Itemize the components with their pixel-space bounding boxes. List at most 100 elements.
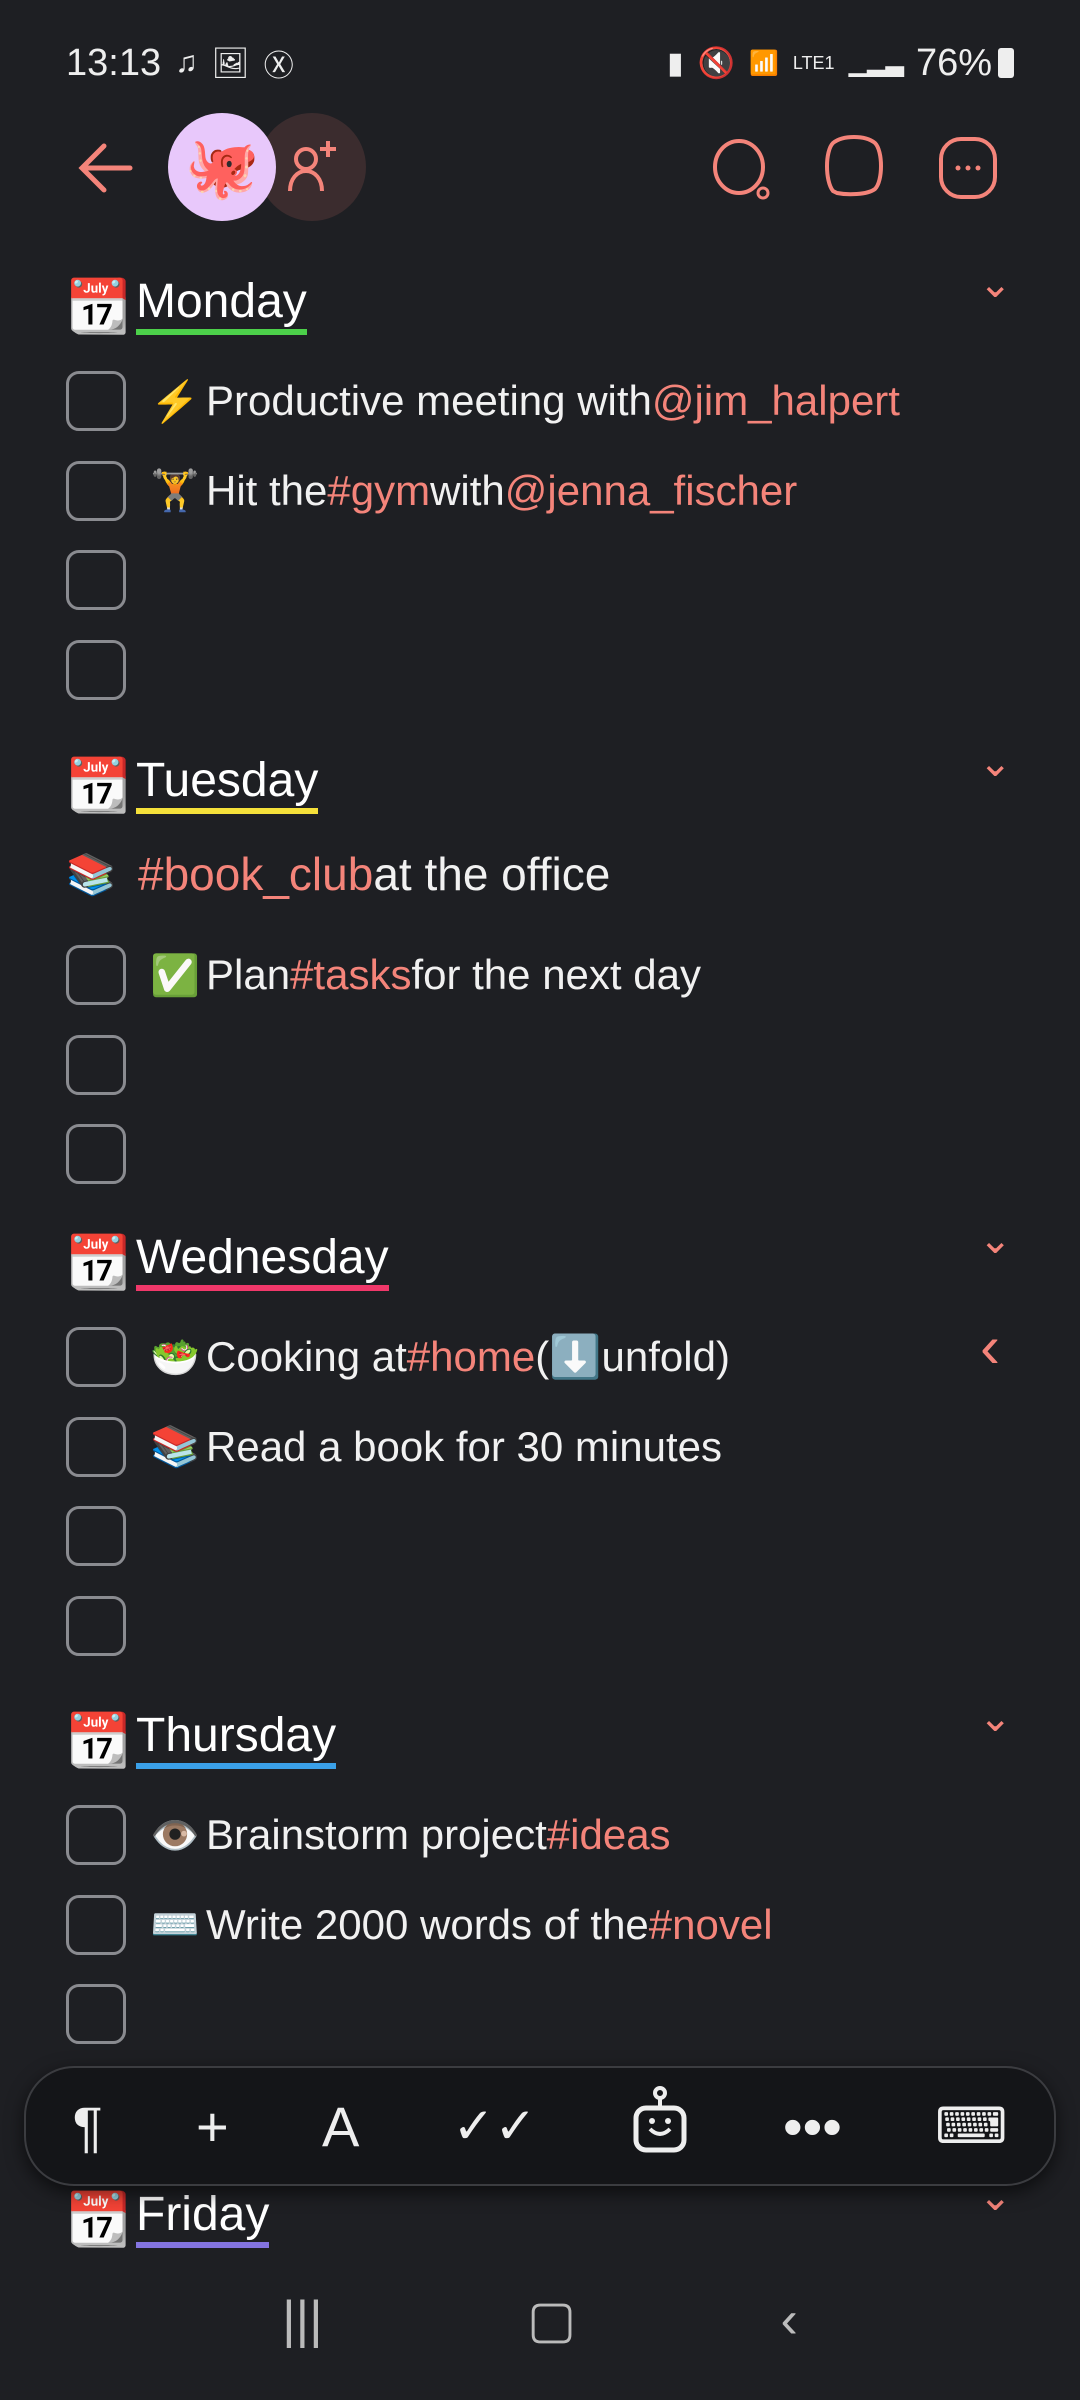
day-heading-wednesday: 📆 Wednesday ⌄: [66, 1218, 1040, 1297]
hide-keyboard-icon[interactable]: ⌨: [935, 2097, 1007, 2155]
tag-link[interactable]: #book_club: [138, 847, 373, 901]
task-item: ⌨️ Write 2000 words of the #novel: [66, 1894, 1040, 1956]
tag-link[interactable]: #novel: [649, 1901, 773, 1949]
recent-apps-button[interactable]: |||: [282, 2290, 323, 2350]
more-dots-icon[interactable]: •••: [783, 2094, 842, 2159]
editor-toolbar: ¶ + A ✓✓ ••• ⌨: [24, 2066, 1056, 2186]
day-heading-monday: 📆 Monday ⌄: [66, 262, 1040, 341]
checkbox[interactable]: [66, 1416, 126, 1477]
wifi-icon: 📶: [748, 49, 779, 77]
checkbox[interactable]: [66, 550, 126, 610]
nav-back-button[interactable]: ‹: [780, 2290, 797, 2350]
task-item: [66, 1034, 1040, 1096]
checkbox[interactable]: [66, 1805, 126, 1865]
item-text: for the next day: [411, 951, 701, 998]
tag-link[interactable]: @jim_halpert: [652, 377, 900, 425]
chevron-down-icon[interactable]: ⌄: [978, 1695, 1012, 1741]
item-text: Cooking at: [206, 1333, 407, 1380]
gallery-icon: 🖼: [211, 46, 250, 80]
calendar-icon: 📆: [66, 277, 131, 336]
day-heading-tuesday: 📆 Tuesday ⌄: [66, 741, 1040, 820]
tag-link[interactable]: #ideas: [547, 1811, 671, 1859]
comment-button[interactable]: [814, 128, 894, 208]
clock: 13:13: [66, 41, 162, 84]
battery-percent: 76%: [915, 41, 992, 84]
checkbox[interactable]: [66, 1327, 126, 1387]
paragraph-icon[interactable]: ¶: [73, 2094, 103, 2159]
octopus-avatar[interactable]: 🐙: [168, 113, 276, 221]
item-text: unfold): [601, 1333, 730, 1380]
task-emoji: ⚡: [150, 379, 200, 424]
tag-link[interactable]: @jenna_fischer: [505, 467, 797, 515]
plus-icon[interactable]: +: [196, 2094, 229, 2159]
back-arrow-icon[interactable]: [66, 128, 146, 208]
chevron-down-icon[interactable]: ⌄: [978, 1217, 1012, 1263]
checkbox[interactable]: [66, 945, 126, 1005]
chevron-down-icon[interactable]: ⌄: [978, 740, 1012, 786]
item-text: (: [535, 1333, 550, 1380]
item-text: Hit the: [206, 466, 328, 514]
task-item: 📚 Read a book for 30 minutes: [66, 1416, 1040, 1478]
note-line: 📚 #book_club at the office: [66, 843, 1040, 905]
calendar-icon: 📆: [66, 1711, 131, 1770]
task-emoji: ✅: [150, 953, 200, 998]
battery-icon: [998, 48, 1014, 78]
battery-saver-icon: ▮: [667, 46, 684, 80]
music-lock-icon: ♫: [175, 46, 198, 79]
x-icon: Ⓧ: [263, 50, 294, 83]
checkbox[interactable]: [66, 1124, 126, 1184]
task-emoji: 👁️: [150, 1813, 200, 1858]
comment-icon: [825, 135, 883, 197]
day-heading-friday: 📆 Friday ⌄: [66, 2175, 1040, 2254]
signal-icon: ▁▂▃: [848, 49, 904, 77]
status-bar: 13:13 ♫ 🖼 Ⓧ ▮ 🔇 📶 LTE1 ▁▂▃ 76%: [66, 38, 1014, 88]
checkbox[interactable]: [66, 1506, 126, 1566]
calendar-icon: 📆: [66, 1233, 131, 1292]
task-item: [66, 1123, 1040, 1185]
chevron-down-icon[interactable]: ⌄: [978, 261, 1012, 307]
volte-icon: LTE1: [792, 52, 835, 73]
task-item: 🥗 Cooking at #home (⬇️ unfold) ‹: [66, 1313, 1040, 1388]
task-emoji: 🥗: [150, 1335, 200, 1380]
text-format-icon[interactable]: A: [322, 2094, 359, 2159]
home-button[interactable]: ▢: [527, 2290, 576, 2350]
task-item: ⚡ Productive meeting with @jim_halpert: [66, 370, 1040, 432]
checkbox[interactable]: [66, 1984, 126, 2044]
tag-link[interactable]: #tasks: [290, 951, 411, 999]
system-nav-bar: ||| ▢ ‹: [0, 2290, 1080, 2350]
task-item: [66, 639, 1040, 701]
item-text: Write 2000 words of the: [206, 1900, 649, 1948]
day-name: Monday: [136, 276, 307, 336]
task-item: ✅ Plan #tasks for the next day: [66, 944, 1040, 1006]
mute-icon: 🔇: [697, 46, 735, 80]
task-item: 🏋️ Hit the #gym with @jenna_fischer: [66, 460, 1040, 522]
more-button[interactable]: [928, 128, 1008, 208]
more-icon: [939, 137, 997, 199]
checkbox[interactable]: [66, 1894, 126, 1955]
day-name: Wednesday: [136, 1232, 389, 1292]
ai-bot-icon[interactable]: [630, 2085, 690, 2168]
task-emoji: ⌨️: [150, 1903, 200, 1947]
search-button[interactable]: [702, 128, 782, 208]
checkbox[interactable]: [66, 639, 126, 700]
checkbox[interactable]: [66, 1034, 126, 1095]
day-name: Friday: [136, 2189, 270, 2249]
task-emoji: 🏋️: [150, 469, 200, 513]
search-icon: [713, 139, 770, 200]
item-text: ⬇️: [549, 1332, 602, 1380]
calendar-icon: 📆: [66, 2190, 131, 2249]
day-name: Tuesday: [136, 755, 319, 815]
chevron-left-icon[interactable]: ‹: [980, 1312, 1000, 1381]
checklist-icon[interactable]: ✓✓: [453, 2097, 537, 2155]
tag-link[interactable]: #home: [407, 1333, 535, 1381]
add-user-icon: [288, 141, 336, 192]
tag-link[interactable]: #gym: [327, 467, 430, 515]
task-emoji: 📚: [150, 1425, 200, 1469]
checkbox[interactable]: [66, 371, 126, 431]
item-text: Productive meeting with: [206, 377, 652, 424]
checkbox[interactable]: [66, 1595, 126, 1656]
checkbox[interactable]: [66, 460, 126, 521]
item-text: at the office: [373, 848, 611, 900]
task-item: [66, 1983, 1040, 2045]
calendar-icon: 📆: [66, 756, 131, 815]
